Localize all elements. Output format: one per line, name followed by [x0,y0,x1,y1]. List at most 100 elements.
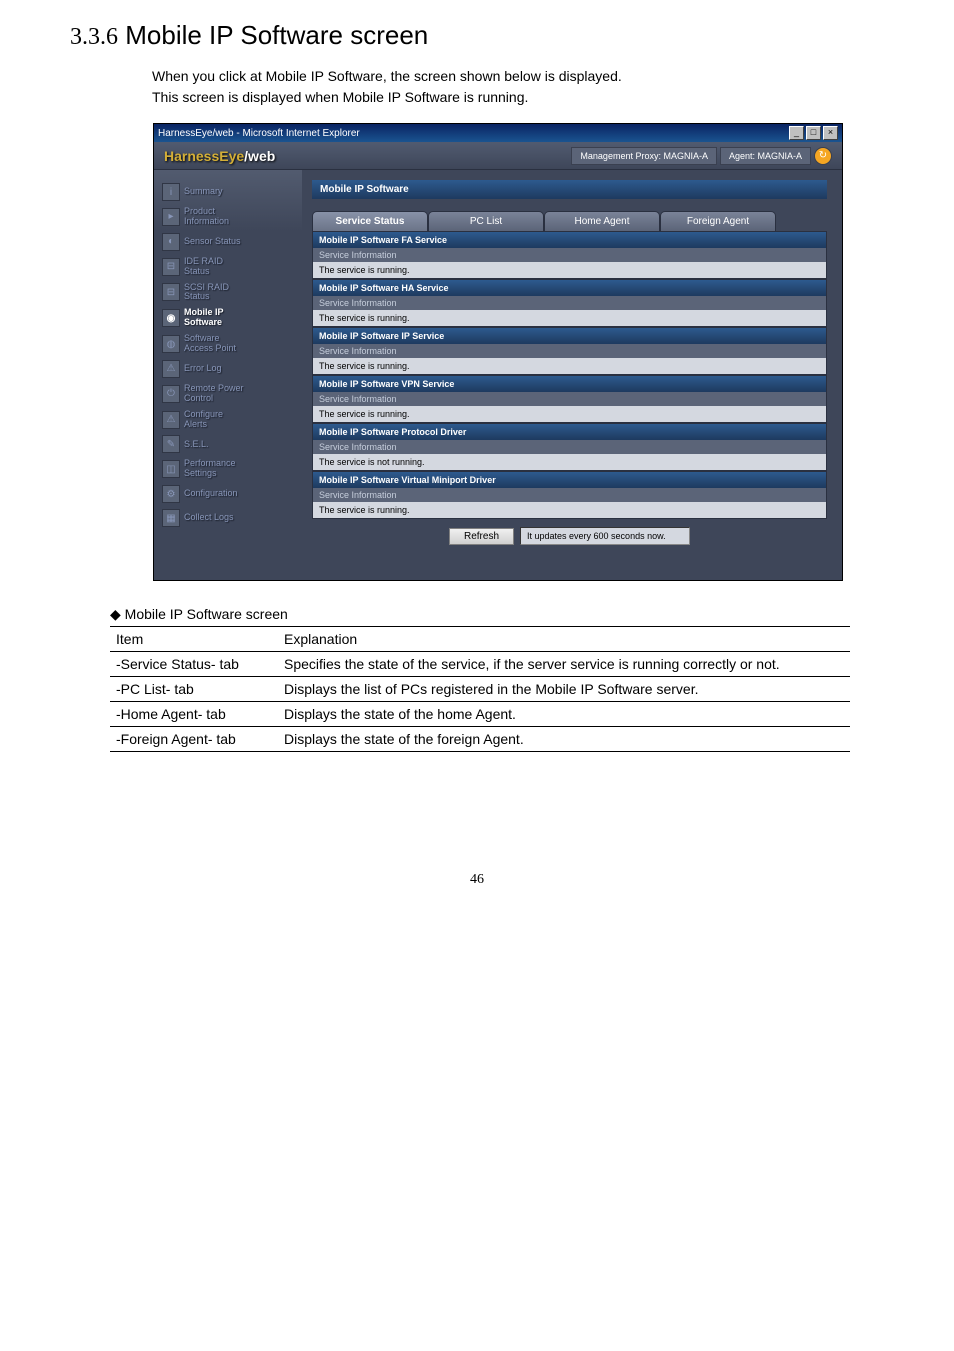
sidebar-item-label: SCSI RAIDStatus [184,283,229,303]
section-title: Mobile IP Software screen [125,20,428,50]
service-name: Mobile IP Software HA Service [313,280,826,296]
app-logo: HarnessEye/web [164,148,275,164]
service-info-label: Service Information [313,344,826,358]
service-block: Mobile IP Software FA ServiceService Inf… [312,231,827,279]
expl-cell: Displays the state of the foreign Agent. [278,727,850,752]
service-name: Mobile IP Software Protocol Driver [313,424,826,440]
close-button[interactable]: × [823,126,838,140]
table-row: -Home Agent- tab Displays the state of t… [110,702,850,727]
refresh-button[interactable]: Refresh [449,528,514,545]
tab-pc-list[interactable]: PC List [428,211,544,231]
tab-foreign-agent[interactable]: Foreign Agent [660,211,776,231]
sidebar-item-label: Collect Logs [184,513,234,523]
access-point-icon: ◍ [162,335,180,353]
pencil-icon: ✎ [162,435,180,453]
service-name: Mobile IP Software FA Service [313,232,826,248]
sidebar-item-ide-raid[interactable]: ⊟ IDE RAIDStatus [158,254,298,280]
service-info-label: Service Information [313,296,826,310]
sidebar-item-configuration[interactable]: ⚙ Configuration [158,482,298,506]
service-name: Mobile IP Software IP Service [313,328,826,344]
sidebar-item-product[interactable]: ▸ ProductInformation [158,204,298,230]
sidebar-item-label: PerformanceSettings [184,459,236,479]
service-status: The service is running. [313,262,826,278]
page-number: 46 [70,872,884,888]
description-line2: This screen is displayed when Mobile IP … [152,87,884,108]
sidebar-item-label: Sensor Status [184,237,241,247]
service-name: Mobile IP Software VPN Service [313,376,826,392]
tab-service-status[interactable]: Service Status [312,211,428,231]
sidebar-item-scsi-raid[interactable]: ⊟ SCSI RAIDStatus [158,280,298,306]
raid-icon: ⊟ [162,258,180,276]
item-cell: -Home Agent- tab [110,702,278,727]
warning-icon: ⚠ [162,360,180,378]
product-icon: ▸ [162,208,180,226]
header-explanation: Explanation [278,627,850,652]
sidebar-item-label: S.E.L. [184,440,209,450]
section-heading: 3.3.6 Mobile IP Software screen [70,20,884,51]
panel-title: Mobile IP Software [312,180,827,199]
logs-icon: ▦ [162,509,180,527]
service-info-label: Service Information [313,440,826,454]
service-block: Mobile IP Software VPN ServiceService In… [312,375,827,423]
table-row: -Service Status- tab Specifies the state… [110,652,850,677]
tab-home-agent[interactable]: Home Agent [544,211,660,231]
services-container: Mobile IP Software FA ServiceService Inf… [312,231,827,519]
sidebar-item-label: Error Log [184,364,222,374]
sidebar-item-label: ProductInformation [184,207,229,227]
expl-cell: Displays the list of PCs registered in t… [278,677,850,702]
sidebar-item-mobile-ip[interactable]: ◉ Mobile IPSoftware [158,305,298,331]
service-status: The service is running. [313,310,826,326]
minimize-button[interactable]: _ [789,126,804,140]
service-block: Mobile IP Software Protocol DriverServic… [312,423,827,471]
maximize-button[interactable]: □ [806,126,821,140]
service-info-label: Service Information [313,248,826,262]
service-block: Mobile IP Software HA ServiceService Inf… [312,279,827,327]
refresh-icon[interactable]: ↻ [814,147,832,165]
header-bar: HarnessEye/web Management Proxy: MAGNIA-… [154,142,842,170]
sidebar-item-label: Mobile IPSoftware [184,308,224,328]
service-status: The service is not running. [313,454,826,470]
service-block: Mobile IP Software Virtual Miniport Driv… [312,471,827,519]
title-bar-controls: _ □ × [789,126,838,140]
sidebar-item-software-ap[interactable]: ◍ SoftwareAccess Point [158,331,298,357]
description-block: When you click at Mobile IP Software, th… [152,66,884,108]
title-bar: HarnessEye/web - Microsoft Internet Expl… [154,124,842,142]
tabs: Service Status PC List Home Agent Foreig… [312,211,827,231]
gear-icon: ⚙ [162,485,180,503]
table-row: -PC List- tab Displays the list of PCs r… [110,677,850,702]
service-block: Mobile IP Software IP ServiceService Inf… [312,327,827,375]
definition-heading: ◆ Mobile IP Software screen [110,606,884,623]
sidebar-item-summary[interactable]: i Summary [158,180,298,204]
sidebar-item-performance[interactable]: ◫ PerformanceSettings [158,456,298,482]
alert-icon: ⚠ [162,411,180,429]
window-body: i Summary ▸ ProductInformation ◐ Sensor … [154,170,842,580]
service-info-label: Service Information [313,392,826,406]
service-status: The service is running. [313,358,826,374]
table-header-row: Item Explanation [110,627,850,652]
header-item: Item [110,627,278,652]
item-cell: -PC List- tab [110,677,278,702]
power-icon: ⏻ [162,385,180,403]
definition-table: Item Explanation -Service Status- tab Sp… [110,626,850,752]
mobile-ip-icon: ◉ [162,309,180,327]
sidebar-item-configure-alerts[interactable]: ⚠ ConfigureAlerts [158,407,298,433]
sidebar-item-error-log[interactable]: ⚠ Error Log [158,357,298,381]
table-row: -Foreign Agent- tab Displays the state o… [110,727,850,752]
window-title: HarnessEye/web - Microsoft Internet Expl… [158,128,360,139]
sidebar-item-sel[interactable]: ✎ S.E.L. [158,432,298,456]
sidebar-item-label: Configuration [184,489,238,499]
refresh-info-text: It updates every 600 seconds now. [520,527,690,545]
expl-cell: Displays the state of the home Agent. [278,702,850,727]
service-info-label: Service Information [313,488,826,502]
refresh-row: Refresh It updates every 600 seconds now… [312,527,827,545]
service-status: The service is running. [313,502,826,518]
service-name: Mobile IP Software Virtual Miniport Driv… [313,472,826,488]
section-number: 3.3.6 [70,24,118,50]
sidebar-item-sensor[interactable]: ◐ Sensor Status [158,230,298,254]
logo-prefix: HarnessEye [164,148,244,164]
content-panel: Mobile IP Software Service Status PC Lis… [302,170,842,580]
sidebar-item-remote-power[interactable]: ⏻ Remote PowerControl [158,381,298,407]
sidebar-item-label: Remote PowerControl [184,384,244,404]
proxy-label: Management Proxy: MAGNIA-A [571,147,717,165]
sidebar-item-collect-logs[interactable]: ▦ Collect Logs [158,506,298,530]
